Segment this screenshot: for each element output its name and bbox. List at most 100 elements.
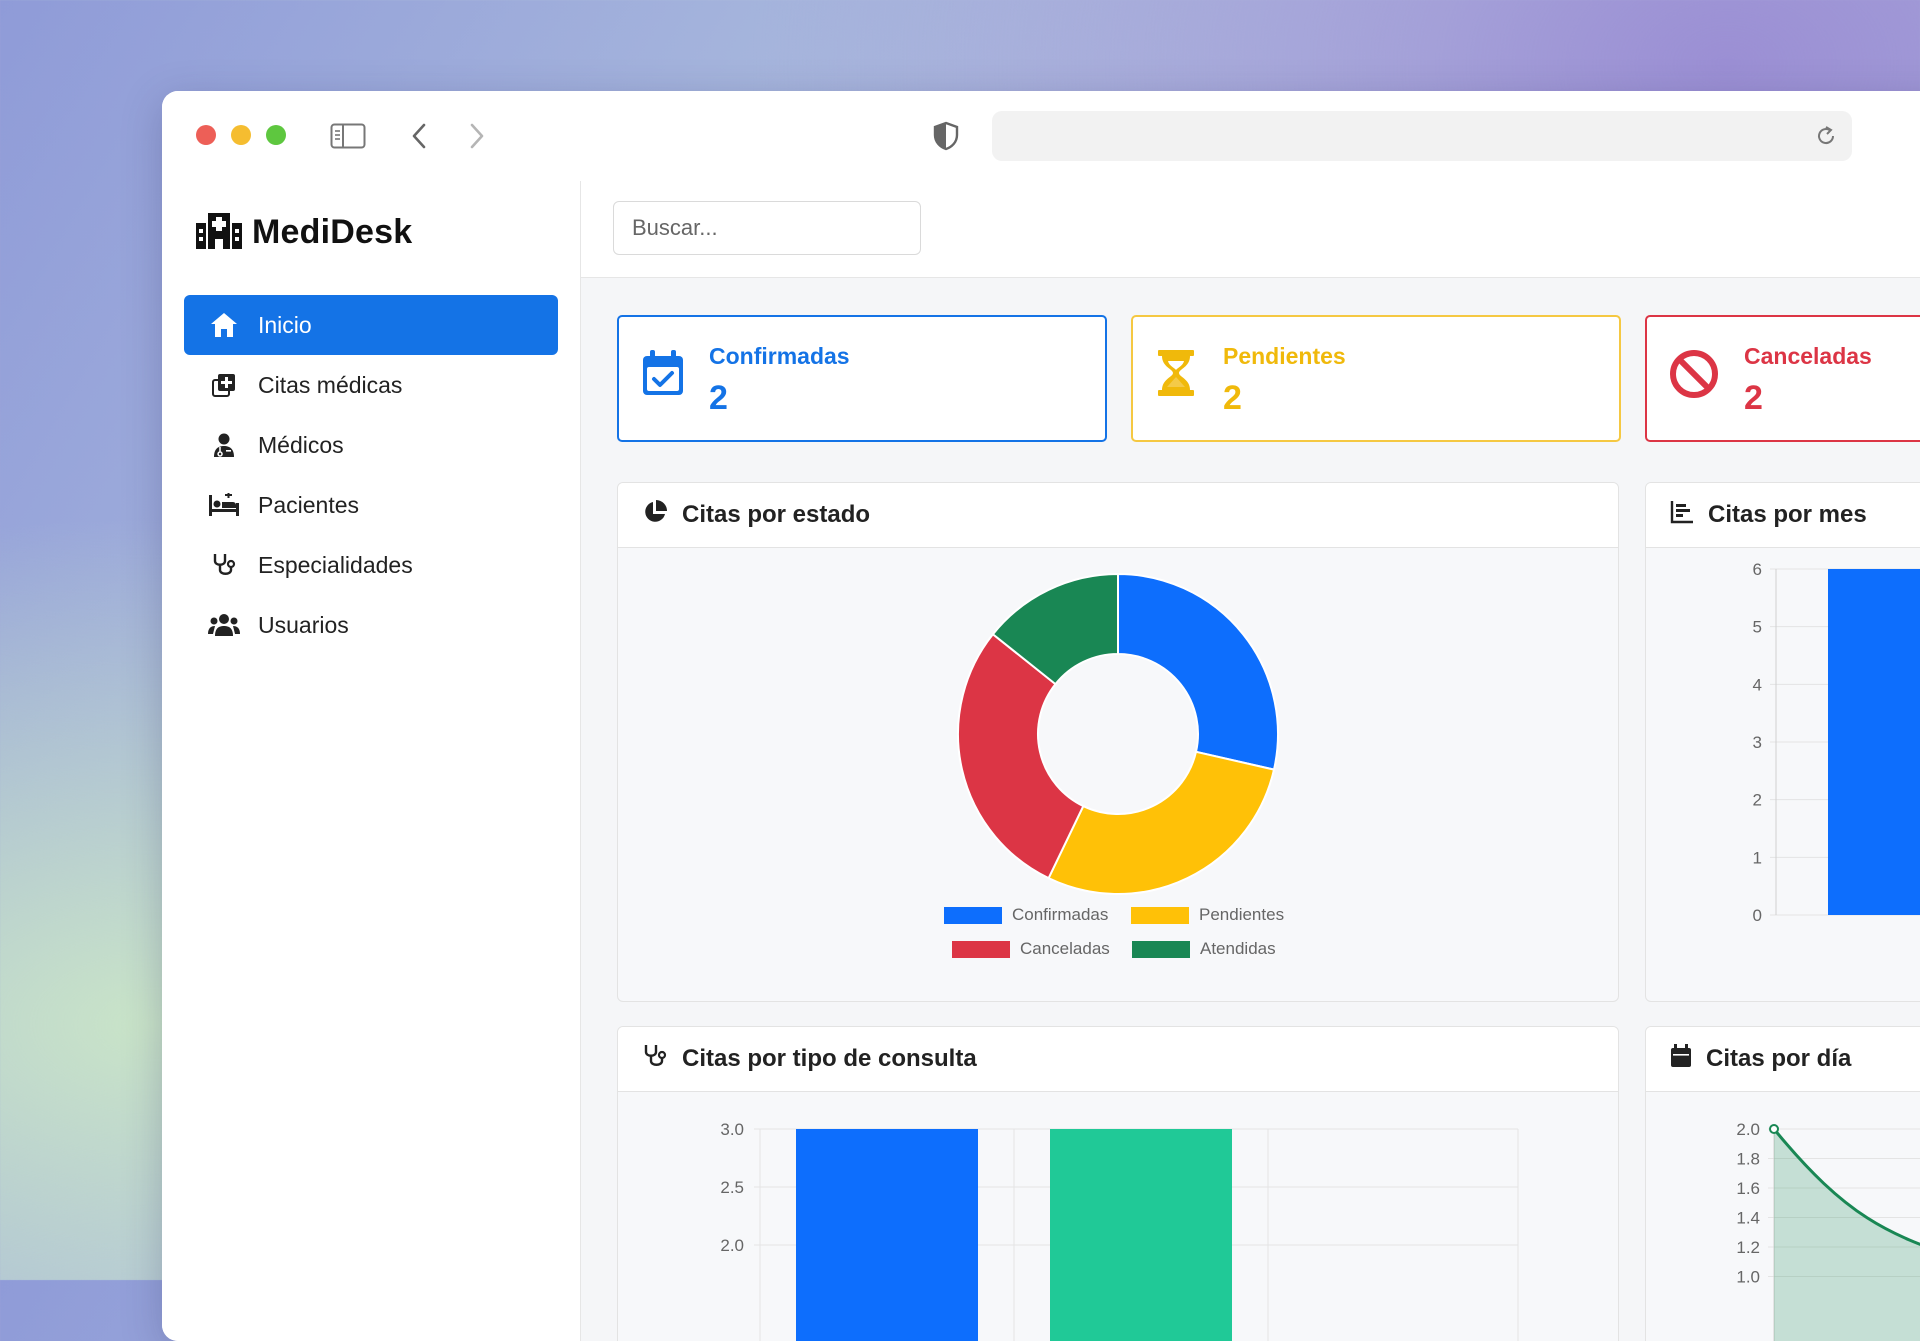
stat-value: 2 xyxy=(1744,379,1763,417)
back-icon[interactable] xyxy=(410,123,428,154)
legend-item[interactable]: Confirmadas xyxy=(944,905,1108,925)
y-tick-label: 0 xyxy=(1753,906,1762,925)
bar xyxy=(1050,1129,1232,1341)
sidebar-nav: Inicio Citas médicas Médicos Pacientes E… xyxy=(184,295,558,655)
y-tick-label: 4 xyxy=(1753,675,1762,694)
bar xyxy=(796,1129,978,1341)
brand[interactable]: MediDesk xyxy=(196,211,412,254)
card-title: Citas por mes xyxy=(1708,501,1867,528)
legend-swatch xyxy=(952,940,1010,958)
y-tick-label: 1.8 xyxy=(1736,1150,1760,1169)
sidebar-item-citas-medicas[interactable]: Citas médicas xyxy=(184,355,558,415)
legend-swatch xyxy=(1131,906,1189,924)
bar-chart: 0 1 2 3 4 5 6 xyxy=(1753,560,1920,925)
sidebar-item-usuarios[interactable]: Usuarios xyxy=(184,595,558,655)
stat-value: 2 xyxy=(1223,379,1242,417)
hospital-bed-icon xyxy=(208,491,240,519)
legend-label: Pendientes xyxy=(1199,905,1285,924)
stat-label: Pendientes xyxy=(1223,343,1346,369)
sidebar-item-label: Especialidades xyxy=(258,551,413,578)
legend-swatch xyxy=(1132,940,1190,958)
data-point xyxy=(1769,1124,1779,1134)
legend-item[interactable]: Atendidas xyxy=(1132,939,1276,959)
donut-slice-pendientes xyxy=(1047,750,1276,895)
browser-window: MediDesk Inicio Citas médicas Médicos Pa… xyxy=(162,91,1920,1341)
close-window-button[interactable] xyxy=(196,125,216,145)
y-tick-label: 1.6 xyxy=(1736,1179,1760,1198)
stat-card-confirmadas[interactable]: Confirmadas 2 xyxy=(617,315,1107,442)
y-tick-label: 2 xyxy=(1753,791,1762,810)
forward-icon[interactable] xyxy=(468,123,486,154)
y-tick-label: 2.5 xyxy=(720,1178,744,1197)
card-citas-por-tipo: Citas por tipo de consulta 2.0 2.5 3.0 xyxy=(617,1026,1619,1341)
sidebar: MediDesk Inicio Citas médicas Médicos Pa… xyxy=(162,181,581,1341)
stat-card-canceladas[interactable]: Canceladas 2 xyxy=(1645,315,1920,442)
minimize-window-button[interactable] xyxy=(231,125,251,145)
pie-chart-icon xyxy=(642,499,668,532)
card-title: Citas por tipo de consulta xyxy=(682,1045,977,1072)
card-citas-por-dia: Citas por día 1.0 1.2 1.4 1.6 1.8 2.0 xyxy=(1645,1026,1920,1341)
donut-chart xyxy=(957,572,1279,895)
zoom-window-button[interactable] xyxy=(266,125,286,145)
stat-card-pendientes[interactable]: Pendientes 2 xyxy=(1131,315,1621,442)
y-tick-label: 5 xyxy=(1753,618,1762,637)
medical-calendar-icon xyxy=(208,371,240,399)
card-header: Citas por tipo de consulta xyxy=(618,1027,1618,1092)
browser-titlebar xyxy=(162,91,1920,182)
sidebar-item-label: Citas médicas xyxy=(258,371,403,398)
calendar-check-icon xyxy=(641,349,685,402)
y-tick-label: 1 xyxy=(1753,848,1762,867)
main-content: Confirmadas 2 Pendientes 2 Canceladas 2 … xyxy=(581,181,1920,1341)
sidebar-item-label: Médicos xyxy=(258,431,344,458)
bar xyxy=(1828,569,1920,915)
search-input[interactable] xyxy=(613,201,921,255)
bar-chart-icon xyxy=(1670,500,1694,531)
stethoscope-icon xyxy=(208,551,240,579)
stat-label: Confirmadas xyxy=(709,343,850,369)
area-chart: 1.0 1.2 1.4 1.6 1.8 2.0 xyxy=(1736,1120,1920,1341)
reload-icon[interactable] xyxy=(1814,124,1838,153)
sidebar-item-label: Inicio xyxy=(258,311,312,338)
legend-item[interactable]: Canceladas xyxy=(952,939,1110,959)
hospital-logo-icon xyxy=(196,211,242,254)
address-bar[interactable] xyxy=(992,111,1852,161)
legend-item[interactable]: Pendientes xyxy=(1131,905,1284,925)
y-tick-label: 3.0 xyxy=(720,1120,744,1139)
doctor-icon xyxy=(208,431,240,459)
card-title: Citas por día xyxy=(1706,1045,1852,1072)
topbar xyxy=(581,181,1920,278)
home-icon xyxy=(208,311,240,339)
y-tick-label: 2.0 xyxy=(1736,1120,1760,1139)
calendar-icon xyxy=(1670,1043,1692,1075)
card-title: Citas por estado xyxy=(682,501,871,528)
sidebar-item-pacientes[interactable]: Pacientes xyxy=(184,475,558,535)
legend-swatch xyxy=(944,906,1002,924)
sidebar-item-inicio[interactable]: Inicio xyxy=(184,295,558,355)
sidebar-item-medicos[interactable]: Médicos xyxy=(184,415,558,475)
app-name: MediDesk xyxy=(252,213,413,251)
hourglass-icon xyxy=(1157,349,1195,402)
privacy-shield-icon[interactable] xyxy=(932,121,960,156)
card-header: Citas por día xyxy=(1646,1027,1920,1092)
sidebar-item-label: Usuarios xyxy=(258,611,349,638)
y-tick-label: 3 xyxy=(1753,733,1762,752)
card-citas-por-estado: Citas por estado Confirmadas Pendientes … xyxy=(617,482,1619,1002)
sidebar-toggle-icon[interactable] xyxy=(330,123,366,154)
y-tick-label: 2.0 xyxy=(720,1236,744,1255)
legend-label: Confirmadas xyxy=(1012,905,1109,924)
card-header: Citas por estado xyxy=(618,483,1618,548)
legend-label: Canceladas xyxy=(1020,939,1110,958)
ban-icon xyxy=(1669,349,1719,404)
card-header: Citas por mes xyxy=(1646,483,1920,548)
bar-chart: 2.0 2.5 3.0 xyxy=(720,1120,1519,1341)
sidebar-item-label: Pacientes xyxy=(258,491,360,518)
y-tick-label: 1.0 xyxy=(1736,1268,1760,1287)
y-tick-label: 1.4 xyxy=(1736,1209,1760,1228)
y-tick-label: 6 xyxy=(1753,560,1762,579)
stethoscope-icon xyxy=(642,1043,668,1076)
donut-slice-confirmadas xyxy=(1117,572,1279,771)
stat-label: Canceladas xyxy=(1744,343,1872,369)
legend-label: Atendidas xyxy=(1200,939,1276,958)
users-icon xyxy=(208,611,240,639)
sidebar-item-especialidades[interactable]: Especialidades xyxy=(184,535,558,595)
